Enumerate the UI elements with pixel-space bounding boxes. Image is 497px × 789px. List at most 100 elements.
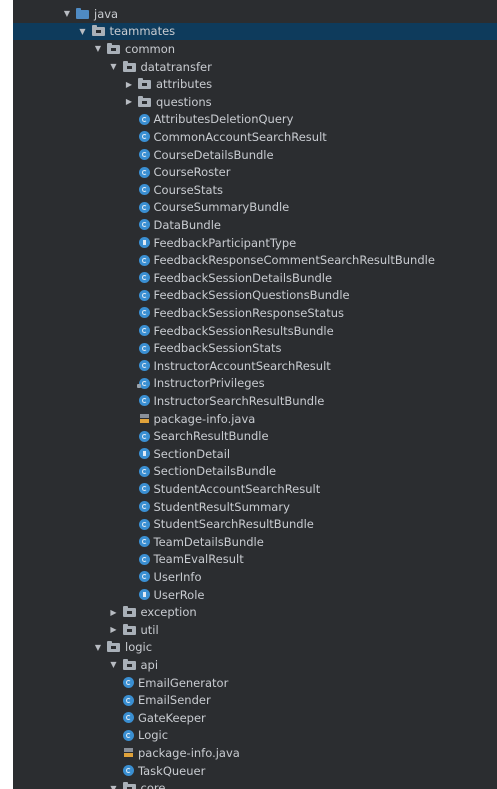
class-icon (138, 131, 150, 143)
class-icon (138, 149, 150, 161)
collapse-arrow-icon[interactable]: ▼ (92, 44, 104, 53)
tree-row-api[interactable]: ▼ api (13, 656, 497, 674)
tree-item-label: FeedbackSessionStats (153, 341, 282, 356)
expand-arrow-icon[interactable]: ▶ (123, 80, 135, 89)
tree-row-gatekeeper[interactable]: GateKeeper (13, 709, 497, 727)
tree-row-instructorprivileges[interactable]: InstructorPrivileges (13, 375, 497, 393)
tree-row-searchresultbundle[interactable]: SearchResultBundle (13, 427, 497, 445)
tree-item-label: StudentSearchResultBundle (153, 517, 314, 532)
expand-arrow-icon[interactable]: ▶ (123, 97, 135, 106)
tree-item-label: StudentResultSummary (153, 499, 290, 514)
class-icon (138, 501, 150, 513)
tree-row-taskqueuer[interactable]: TaskQueuer (13, 762, 497, 780)
tree-item-label: FeedbackParticipantType (153, 235, 297, 250)
tree-item-label: TeamEvalResult (153, 552, 244, 567)
collapse-arrow-icon[interactable]: ▼ (108, 660, 120, 669)
enum-icon (138, 589, 150, 601)
tree-row-instructoraccountsearchresult[interactable]: InstructorAccountSearchResult (13, 357, 497, 375)
tree-row-java[interactable]: ▼ java (13, 5, 497, 23)
tree-row-attributesdeletionquery[interactable]: AttributesDeletionQuery (13, 111, 497, 129)
tree-row-databundle[interactable]: DataBundle (13, 216, 497, 234)
tree-item-label: InstructorAccountSearchResult (153, 358, 331, 373)
tree-item-label: exception (140, 605, 197, 620)
collapse-arrow-icon[interactable]: ▼ (61, 9, 73, 18)
collapse-arrow-icon[interactable]: ▼ (108, 784, 120, 789)
tree-row-teamevalresult[interactable]: TeamEvalResult (13, 551, 497, 569)
tree-row-emailsender[interactable]: EmailSender (13, 691, 497, 709)
tree-item-label: CourseSummaryBundle (153, 200, 290, 215)
tree-row-feedbacksessionstats[interactable]: FeedbackSessionStats (13, 339, 497, 357)
tree-row-studentsearchresultbundle[interactable]: StudentSearchResultBundle (13, 515, 497, 533)
tree-row-sectiondetail[interactable]: SectionDetail (13, 445, 497, 463)
tree-row-userrole[interactable]: UserRole (13, 586, 497, 604)
tree-row-instructorsearchresultbundle[interactable]: InstructorSearchResultBundle (13, 392, 497, 410)
tree-row-feedbacksessiondetailsbundle[interactable]: FeedbackSessionDetailsBundle (13, 269, 497, 287)
tree-item-label: StudentAccountSearchResult (153, 481, 321, 496)
class-icon (138, 395, 150, 407)
tree-row-coursedetailsbundle[interactable]: CourseDetailsBundle (13, 146, 497, 164)
package-folder-icon (122, 623, 136, 635)
tree-item-label: CourseDetailsBundle (153, 147, 274, 162)
tree-row-attributes[interactable]: ▶ attributes (13, 75, 497, 93)
java-file-icon (139, 413, 150, 424)
tree-row-courseroster[interactable]: CourseRoster (13, 163, 497, 181)
class-icon (123, 694, 134, 706)
tree-row-studentaccountsearchresult[interactable]: StudentAccountSearchResult (13, 480, 497, 498)
project-tree: ▼ java ▼ teammates ▼ common ▼ datatransfer ▶ attr… (13, 0, 497, 789)
tree-item-label: attributes (156, 77, 213, 92)
tree-row-sectiondetailsbundle[interactable]: SectionDetailsBundle (13, 463, 497, 481)
tree-row-studentresultsummary[interactable]: StudentResultSummary (13, 498, 497, 516)
class-icon (136, 377, 150, 389)
tree-item-label: questions (156, 94, 212, 109)
collapse-arrow-icon[interactable]: ▼ (92, 643, 104, 652)
tree-row-util[interactable]: ▶ util (13, 621, 497, 639)
class-icon (138, 184, 150, 196)
package-folder-icon (138, 95, 151, 107)
tree-row-feedbacksessionresponsestatus[interactable]: FeedbackSessionResponseStatus (13, 304, 497, 322)
tree-row-commonaccountsearchresult[interactable]: CommonAccountSearchResult (13, 128, 497, 146)
tree-row-coursesummarybundle[interactable]: CourseSummaryBundle (13, 199, 497, 217)
tree-item-label: CommonAccountSearchResult (153, 129, 327, 144)
tree-row-teamdetailsbundle[interactable]: TeamDetailsBundle (13, 533, 497, 551)
tree-item-label: UserRole (153, 587, 205, 602)
tree-item-label: InstructorPrivileges (153, 376, 265, 391)
tree-row-package-info-java[interactable]: package-info.java (13, 744, 497, 762)
tree-row-feedbacksessionquestionsbundle[interactable]: FeedbackSessionQuestionsBundle (13, 287, 497, 305)
tree-row-datatransfer[interactable]: ▼ datatransfer (13, 58, 497, 76)
package-folder-icon (122, 658, 136, 670)
source-folder-icon (76, 7, 89, 19)
class-icon (123, 712, 134, 724)
tree-item-label: DataBundle (153, 217, 222, 232)
class-icon (138, 113, 150, 125)
tree-item-label: EmailGenerator (138, 675, 229, 690)
class-icon (138, 272, 150, 284)
collapse-arrow-icon[interactable]: ▼ (77, 27, 89, 36)
tree-row-feedbackresponsecommentsearchresultbundle[interactable]: FeedbackResponseCommentSearchResultBundl… (13, 251, 497, 269)
tree-row-questions[interactable]: ▶ questions (13, 93, 497, 111)
tree-row-feedbacksessionresultsbundle[interactable]: FeedbackSessionResultsBundle (13, 322, 497, 340)
tree-row-userinfo[interactable]: UserInfo (13, 568, 497, 586)
tree-item-label: TaskQueuer (138, 763, 206, 778)
tree-item-label: datatransfer (140, 59, 212, 74)
tree-row-teammates[interactable]: ▼ teammates (13, 22, 497, 41)
tree-row-logic[interactable]: ▼ logic (13, 639, 497, 657)
package-folder-icon (122, 782, 136, 789)
tree-item-label: AttributesDeletionQuery (153, 112, 294, 127)
expand-arrow-icon[interactable]: ▶ (108, 608, 120, 617)
collapse-arrow-icon[interactable]: ▼ (108, 62, 120, 71)
tree-row-feedbackparticipanttype[interactable]: FeedbackParticipantType (13, 234, 497, 252)
tree-row-package-info-java[interactable]: package-info.java (13, 410, 497, 428)
expand-arrow-icon[interactable]: ▶ (108, 625, 120, 634)
tree-item-label: package-info.java (153, 411, 256, 426)
tree-row-emailgenerator[interactable]: EmailGenerator (13, 674, 497, 692)
enum-icon (138, 448, 150, 460)
java-file-icon (123, 747, 134, 758)
tree-row-logic[interactable]: Logic (13, 727, 497, 745)
tree-row-common[interactable]: ▼ common (13, 40, 497, 58)
tree-row-core[interactable]: ▼ core (13, 779, 497, 789)
tree-row-coursestats[interactable]: CourseStats (13, 181, 497, 199)
package-folder-icon (107, 641, 120, 653)
enum-icon (138, 237, 150, 249)
tree-item-label: SectionDetail (153, 446, 231, 461)
tree-row-exception[interactable]: ▶ exception (13, 603, 497, 621)
